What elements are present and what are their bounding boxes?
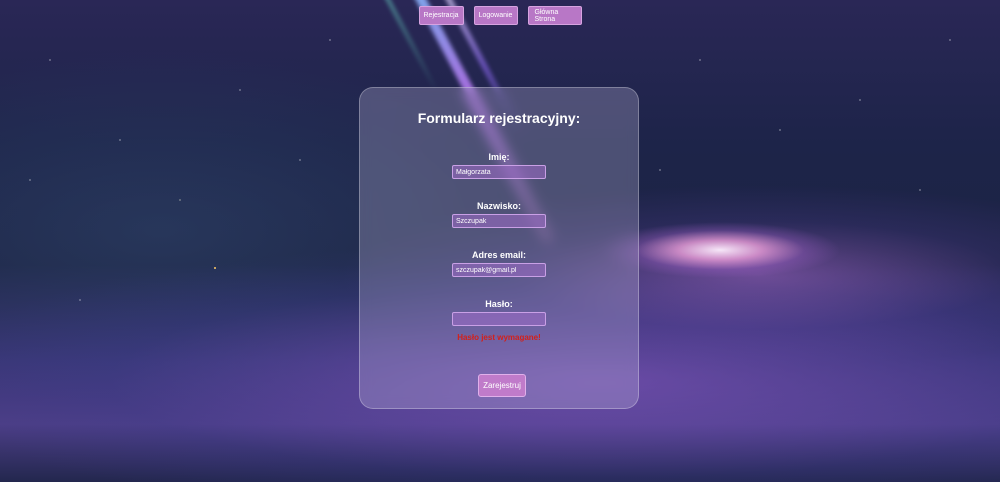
email-input[interactable] [452,263,546,277]
form-title: Formularz rejestracyjny: [417,110,581,126]
email-field: Adres email: [360,250,638,277]
password-error-message: Hasło jest wymagane! [457,333,541,342]
last-name-input[interactable] [452,214,546,228]
password-label: Hasło: [485,299,513,309]
nav-login-button[interactable]: Logowanie [473,6,518,25]
last-name-label: Nazwisko: [476,201,521,211]
first-name-input[interactable] [452,165,546,179]
registration-form: Formularz rejestracyjny: Imię: Nazwisko:… [359,87,639,409]
first-name-label: Imię: [488,152,510,162]
password-input[interactable] [452,312,546,326]
register-submit-button[interactable]: Zarejestruj [478,374,526,397]
top-nav: Rejestracja Logowanie Główna Strona [0,6,1000,25]
first-name-field: Imię: [360,152,638,179]
email-label: Adres email: [471,250,527,260]
nav-register-button[interactable]: Rejestracja [418,6,464,25]
last-name-field: Nazwisko: [360,201,638,228]
nav-home-button[interactable]: Główna Strona [527,6,582,25]
password-field: Hasło: [360,299,638,326]
